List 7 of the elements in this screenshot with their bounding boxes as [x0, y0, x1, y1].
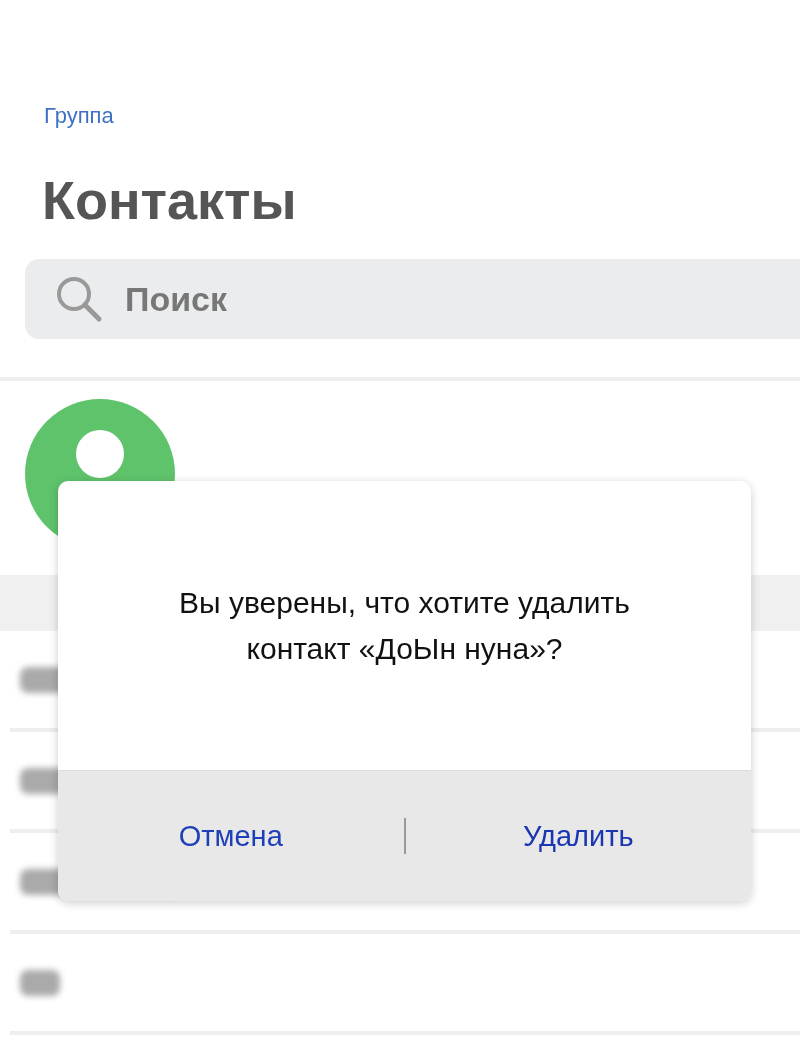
delete-button[interactable]: Удалить	[405, 771, 751, 901]
cancel-button[interactable]: Отмена	[58, 771, 404, 901]
back-link[interactable]: Группа	[44, 103, 114, 129]
search-field[interactable]: Поиск	[25, 259, 800, 339]
dialog-message: Вы уверены, что хотите удалить контакт «ДоЫн нуна»?	[178, 584, 631, 667]
page-title: Контакты	[42, 169, 297, 231]
contact-row-placeholder	[20, 969, 60, 996]
